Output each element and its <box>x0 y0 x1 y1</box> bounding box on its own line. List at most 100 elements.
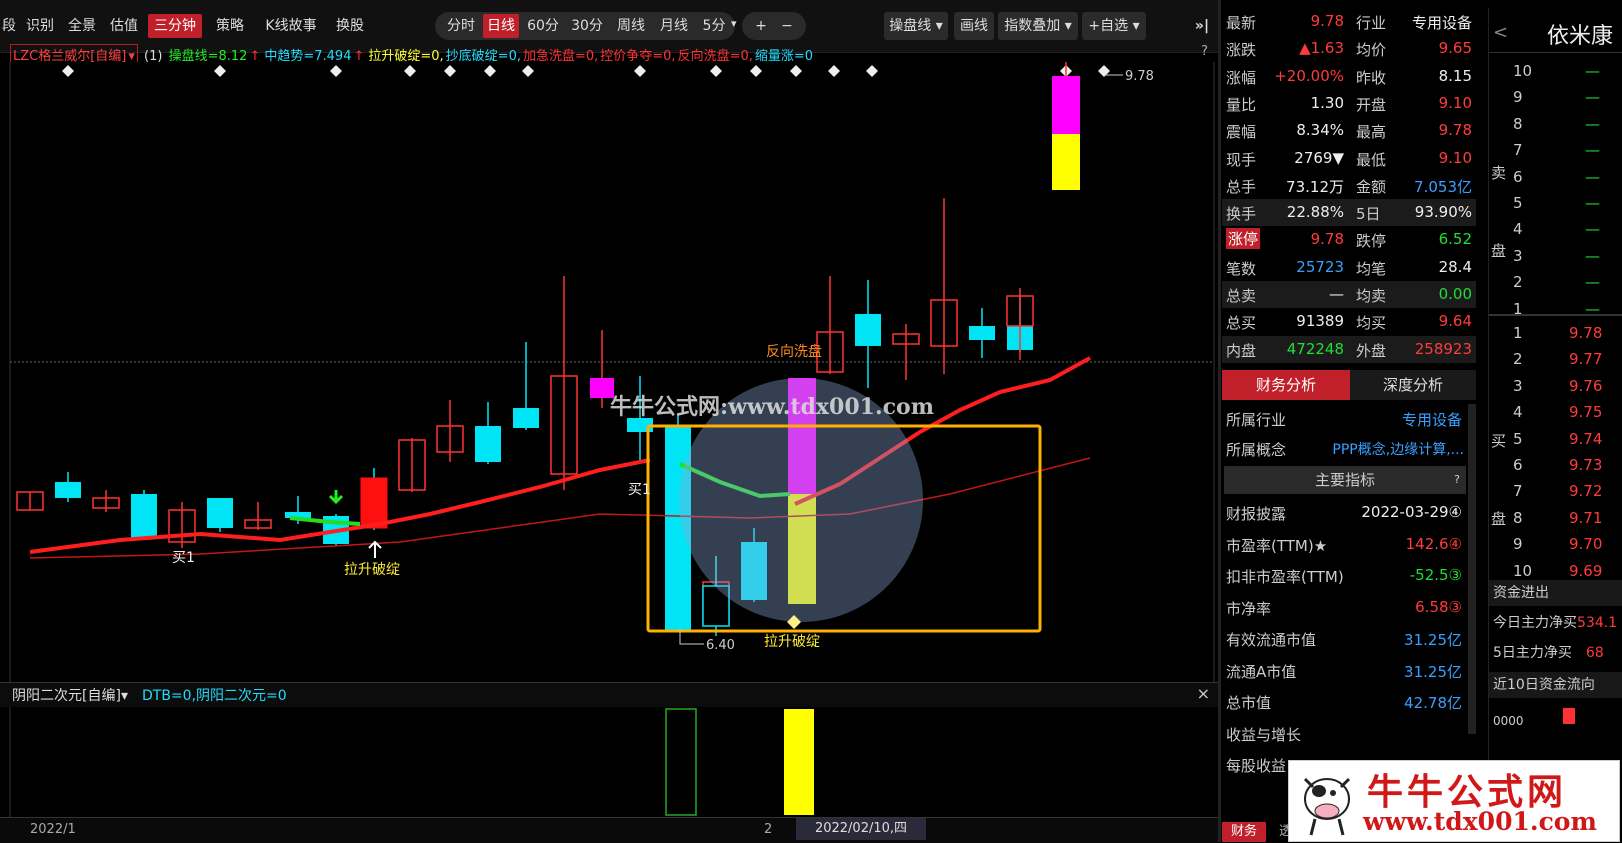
concept-value[interactable]: PPP概念,边缘计算,... <box>1332 439 1464 459</box>
sell-level-8: 2 <box>1513 273 1523 292</box>
period-tab-0[interactable]: 分时 <box>441 14 481 38</box>
quote-value-7-a: 22.88% <box>1286 203 1344 222</box>
industry-value[interactable]: 专用设备 <box>1402 409 1462 430</box>
buy-row-4[interactable]: 5 9.74 <box>1489 426 1622 453</box>
quote-label-10-b: 均卖 <box>1356 287 1387 305</box>
indicator-row-0: 财报披露 2022-03-29④ <box>1222 498 1476 528</box>
stock-name: 依米康 <box>1547 24 1614 49</box>
sell-row-8[interactable]: 2— <box>1489 269 1622 296</box>
quote-row-3: 量比 1.30 开盘 9.10 <box>1222 90 1476 117</box>
left-tab-1[interactable]: 识别 <box>20 14 60 38</box>
quote-label-12-b: 外盘 <box>1356 341 1387 360</box>
limit-up-candle-bottom[interactable] <box>1052 134 1080 190</box>
period-tab-3[interactable]: 30分 <box>567 14 607 38</box>
quote-value-5-a: 2769▼ <box>1294 148 1344 167</box>
operate-line-button[interactable]: 操盘线 ▾ <box>884 12 948 40</box>
buy-row-5[interactable]: 6 9.73 <box>1489 452 1622 479</box>
limit-up-candle-top[interactable] <box>1052 76 1080 134</box>
sell-row-7[interactable]: 3— <box>1489 243 1622 270</box>
buy-level-6: 7 <box>1513 482 1523 501</box>
period-tab-5[interactable]: 月线 <box>655 14 693 38</box>
fund-flow-header[interactable]: 资金进出 <box>1489 580 1622 606</box>
period-tab-4[interactable]: 周线 <box>611 14 651 38</box>
quote-panel: 最新 9.78 行业 专用设备 涨跌 ▲1.63 均价 9.65 涨幅 +20.00% 昨收 8.15… <box>1222 8 1476 368</box>
period-tab-2[interactable]: 60分 <box>523 14 563 38</box>
sub-indicator-selector[interactable]: 阴阳二次元[自编]▾ <box>12 685 128 705</box>
left-tab-6[interactable]: K线故事 <box>256 14 326 38</box>
indicator-row-2: 扣非市盈率(TTM) -52.5③ <box>1222 561 1476 591</box>
quote-label-0-b: 行业 <box>1356 14 1387 32</box>
quote-value-11-a: 91389 <box>1296 312 1344 331</box>
today-main-value: 534.1 <box>1577 615 1618 631</box>
quote-label-1-b: 均价 <box>1356 41 1387 60</box>
left-tab-3[interactable]: 估值 <box>104 14 144 38</box>
quote-row-2: 涨幅 +20.00% 昨收 8.15 <box>1222 63 1476 90</box>
sell-row-1[interactable]: 9— <box>1489 84 1622 111</box>
buy-row-1[interactable]: 2 9.77 <box>1489 346 1622 373</box>
indicator-row-value-3: 6.58③ <box>1415 597 1462 616</box>
collapse-icon[interactable]: »| <box>1190 14 1214 38</box>
analysis-scrollbar[interactable] <box>1468 404 1476 734</box>
kline-chart[interactable]: 9.78 6.40 买1 买1 拉升破绽 拉升破绽 反向洗盘 牛牛公式网:www… <box>0 62 1218 682</box>
lift-signal-a: 拉升破绽 <box>344 562 400 578</box>
today-main-row: 今日主力净买534.1 <box>1493 612 1622 632</box>
sell-row-2[interactable]: 8— <box>1489 111 1622 138</box>
buy-price-5: 9.73 <box>1569 456 1603 474</box>
zoom-out-button[interactable]: − <box>776 14 798 38</box>
quote-value-12-b: 258923 <box>1414 339 1472 358</box>
buy-level-3: 4 <box>1513 403 1523 422</box>
sell-row-4[interactable]: 6— <box>1489 164 1622 191</box>
buy-row-0[interactable]: 1 9.78 <box>1489 320 1622 347</box>
quote-label-12-a: 内盘 <box>1226 341 1257 360</box>
period-chevron-down-icon[interactable]: ▾ <box>731 17 737 30</box>
index-overlay-button[interactable]: 指数叠加 ▾ <box>998 12 1078 40</box>
sell-row-5[interactable]: 5— <box>1489 190 1622 217</box>
zoom-in-button[interactable]: + <box>750 14 772 38</box>
quote-value-12-a: 472248 <box>1286 339 1344 358</box>
tab-financial-analysis[interactable]: 财务分析 <box>1222 370 1350 400</box>
quote-label-5-a: 现手 <box>1226 150 1257 169</box>
indicator-row-value-0: 2022-03-29④ <box>1361 503 1462 521</box>
left-tab-7[interactable]: 换股 <box>330 14 370 38</box>
left-tab-5[interactable]: 策略 <box>210 14 250 38</box>
close-icon[interactable]: × <box>1197 684 1210 703</box>
sell-level-6: 4 <box>1513 220 1523 239</box>
quote-value-4-a: 8.34% <box>1296 121 1344 140</box>
industry-label: 所属行业 <box>1226 411 1287 429</box>
draw-line-button[interactable]: 画线 <box>954 12 994 40</box>
sell-row-9[interactable]: 1— <box>1489 296 1622 323</box>
buy-row-7[interactable]: 8 9.71 <box>1489 505 1622 532</box>
book-sep-top <box>1489 52 1622 53</box>
bottom-tab-0[interactable]: 财务 <box>1222 822 1266 842</box>
buy-row-3[interactable]: 4 9.75 <box>1489 399 1622 426</box>
indicator-row-4: 有效流通市值 31.25亿 <box>1222 624 1476 654</box>
quote-label-5-b: 最低 <box>1356 150 1387 169</box>
candle-3[interactable] <box>131 490 157 540</box>
left-tab-0[interactable]: 段 <box>0 14 18 38</box>
left-tab-4[interactable]: 三分钟 <box>148 14 202 38</box>
help-icon[interactable]: ? <box>1201 44 1208 59</box>
back-icon[interactable]: < <box>1493 22 1508 43</box>
tab-deep-analysis[interactable]: 深度分析 <box>1350 370 1476 400</box>
buy-row-2[interactable]: 3 9.76 <box>1489 373 1622 400</box>
buy-row-6[interactable]: 7 9.72 <box>1489 478 1622 505</box>
buy-price-2: 9.76 <box>1569 376 1603 395</box>
period-tab-1[interactable]: 日线 <box>483 14 519 38</box>
flow-bar <box>1563 708 1575 724</box>
sell-row-0[interactable]: 10 — <box>1489 58 1622 85</box>
sell-row-3[interactable]: 7— <box>1489 137 1622 164</box>
left-tab-2[interactable]: 全景 <box>62 14 102 38</box>
buy-row-8[interactable]: 9 9.70 <box>1489 531 1622 558</box>
sub-indicator-selector-label: 阴阳二次元[自编] <box>12 688 121 704</box>
ten-day-flow-header[interactable]: 近10日资金流向 <box>1489 672 1622 698</box>
period-tab-6[interactable]: 5分 <box>697 14 731 38</box>
sell-price-7: — <box>1585 246 1600 265</box>
candle-5[interactable] <box>207 498 233 532</box>
main-indicator-help-icon[interactable]: ? <box>1454 466 1460 494</box>
quote-row-0: 最新 9.78 行业 专用设备 <box>1222 8 1476 35</box>
add-watchlist-button[interactable]: +自选 ▾ <box>1082 12 1146 40</box>
sell-row-6[interactable]: 4— <box>1489 216 1622 243</box>
buy-signal-b: 买1 <box>628 482 651 498</box>
quote-row-1: 涨跌 ▲1.63 均价 9.65 <box>1222 35 1476 62</box>
sub-indicator-values: DTB=0,阴阳二次元=0 <box>142 688 287 704</box>
